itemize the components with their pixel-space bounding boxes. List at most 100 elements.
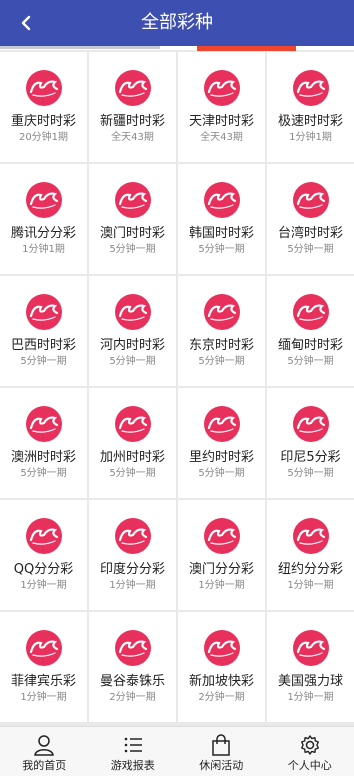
lottery-item[interactable]: 美国强力球 1分钟一期 (267, 612, 354, 722)
lottery-period: 20分钟1期 (18, 132, 69, 143)
nav-activities-label: 休闲活动 (199, 759, 244, 772)
lottery-logo-icon (203, 182, 240, 218)
lottery-name: 新疆时时彩 (99, 114, 165, 129)
lottery-period: 5分钟一期 (198, 468, 245, 479)
page-title: 全部彩种 (141, 12, 213, 33)
lottery-period: 全天43期 (200, 132, 243, 143)
lottery-logo-icon (114, 182, 151, 218)
lottery-item[interactable]: 新加坡快彩 2分钟一期 (178, 612, 265, 722)
lottery-logo-icon (292, 406, 329, 442)
lottery-item[interactable]: 台湾时时彩 5分钟一期 (267, 164, 354, 274)
lottery-logo-icon (25, 70, 62, 106)
user-icon (32, 733, 56, 757)
lottery-period: 5分钟一期 (109, 244, 156, 255)
lottery-name: 腾讯分分彩 (10, 226, 76, 241)
lottery-logo-icon (203, 406, 240, 442)
lottery-item[interactable]: 缅甸时时彩 5分钟一期 (267, 276, 354, 386)
lottery-name: QQ分分彩 (13, 562, 74, 577)
lottery-period: 全天43期 (111, 132, 154, 143)
lottery-logo-icon (203, 630, 240, 666)
lottery-period: 1分钟一期 (287, 692, 334, 703)
lottery-period: 1分钟一期 (109, 580, 156, 591)
lottery-logo-icon (114, 294, 151, 330)
lottery-item[interactable]: 曼谷泰铢乐 2分钟一期 (89, 612, 176, 722)
lottery-period: 1分钟1期 (289, 132, 332, 143)
nav-reports-label: 游戏报表 (110, 759, 155, 772)
nav-activities[interactable]: 休闲活动 (177, 727, 266, 776)
tab-indicator-active[interactable] (197, 46, 296, 51)
lottery-period: 1分钟一期 (20, 692, 67, 703)
lottery-logo-icon (203, 70, 240, 106)
lottery-logo-icon (292, 294, 329, 330)
nav-profile[interactable]: 个人中心 (266, 727, 354, 776)
lottery-name: 缅甸时时彩 (277, 338, 343, 353)
lottery-name: 河内时时彩 (99, 338, 165, 353)
nav-home[interactable]: 我的首页 (0, 727, 89, 776)
lottery-item[interactable]: 里约时时彩 5分钟一期 (178, 388, 265, 498)
bag-icon (209, 733, 233, 757)
lottery-period: 2分钟一期 (109, 692, 156, 703)
lottery-period: 5分钟一期 (109, 468, 156, 479)
lottery-name: 台湾时时彩 (277, 226, 343, 241)
lottery-name: 澳门时时彩 (99, 226, 165, 241)
lottery-item[interactable]: 腾讯分分彩 1分钟1期 (0, 164, 87, 274)
lottery-name: 重庆时时彩 (10, 114, 76, 129)
lottery-item[interactable]: 新疆时时彩全天43期 (89, 52, 176, 162)
lottery-period: 1分钟一期 (198, 580, 245, 591)
lottery-item[interactable]: 加州时时彩 5分钟一期 (89, 388, 176, 498)
lottery-period: 5分钟一期 (20, 468, 67, 479)
lottery-item[interactable]: 印尼5分彩 5分钟一期 (267, 388, 354, 498)
lottery-item[interactable]: 澳门分分彩 1分钟一期 (178, 500, 265, 610)
lottery-item[interactable]: 纽约分分彩 1分钟一期 (267, 500, 354, 610)
lottery-period: 1分钟一期 (20, 580, 67, 591)
lottery-name: 澳门分分彩 (188, 562, 254, 577)
nav-home-label: 我的首页 (22, 759, 67, 772)
lottery-logo-icon (25, 406, 62, 442)
lottery-item[interactable]: 东京时时彩 5分钟一期 (178, 276, 265, 386)
bottom-nav: 我的首页 游戏报表 休闲活动 个人中心 (0, 726, 354, 776)
lottery-period: 5分钟一期 (287, 356, 334, 367)
lottery-item[interactable]: 重庆时时彩 20分钟1期 (0, 52, 87, 162)
lottery-item[interactable]: 澳洲时时彩 5分钟一期 (0, 388, 87, 498)
lottery-item[interactable]: 澳门时时彩 5分钟一期 (89, 164, 176, 274)
lottery-name: 印尼5分彩 (280, 450, 341, 465)
lottery-name: 天津时时彩 (188, 114, 254, 129)
lottery-logo-icon (292, 630, 329, 666)
lottery-name: 纽约分分彩 (277, 562, 343, 577)
nav-profile-label: 个人中心 (287, 759, 332, 772)
lottery-logo-icon (114, 70, 151, 106)
lottery-logo-icon (203, 518, 240, 554)
lottery-period: 1分钟1期 (22, 244, 65, 255)
lottery-name: 菲律宾乐彩 (10, 674, 76, 689)
lottery-name: 新加坡快彩 (188, 674, 254, 689)
lottery-item[interactable]: 菲律宾乐彩 1分钟一期 (0, 612, 87, 722)
lottery-name: 极速时时彩 (277, 114, 343, 129)
lottery-item[interactable]: 极速时时彩 1分钟1期 (267, 52, 354, 162)
lottery-item[interactable]: 天津时时彩全天43期 (178, 52, 265, 162)
lottery-logo-icon (25, 518, 62, 554)
lottery-logo-icon (114, 518, 151, 554)
lottery-logo-icon (292, 70, 329, 106)
lottery-name: 东京时时彩 (188, 338, 254, 353)
list-icon (121, 733, 145, 757)
lottery-item[interactable]: QQ分分彩 1分钟一期 (0, 500, 87, 610)
tab-indicator-inactive[interactable] (0, 46, 160, 49)
lottery-item[interactable]: 韩国时时彩 5分钟一期 (178, 164, 265, 274)
lottery-item[interactable]: 河内时时彩 5分钟一期 (89, 276, 176, 386)
lottery-name: 曼谷泰铢乐 (99, 674, 165, 689)
lottery-name: 巴西时时彩 (10, 338, 76, 353)
lottery-grid: 重庆时时彩 20分钟1期 新疆时时彩 全天43期 天津时时彩 全天43期 极速时时彩 1分钟1… (0, 52, 354, 724)
nav-reports[interactable]: 游戏报表 (89, 727, 178, 776)
lottery-name: 里约时时彩 (188, 450, 254, 465)
lottery-name: 印度分分彩 (99, 562, 165, 577)
lottery-name: 加州时时彩 (99, 450, 165, 465)
lottery-period: 5分钟一期 (20, 356, 67, 367)
lottery-item[interactable]: 巴西时时彩 5分钟一期 (0, 276, 87, 386)
lottery-period: 1分钟一期 (287, 580, 334, 591)
top-bar: 全部彩种 (0, 0, 354, 48)
lottery-logo-icon (25, 294, 62, 330)
lottery-item[interactable]: 印度分分彩 1分钟一期 (89, 500, 176, 610)
lottery-period: 5分钟一期 (198, 244, 245, 255)
lottery-logo-icon (25, 630, 62, 666)
lottery-period: 5分钟一期 (287, 468, 334, 479)
